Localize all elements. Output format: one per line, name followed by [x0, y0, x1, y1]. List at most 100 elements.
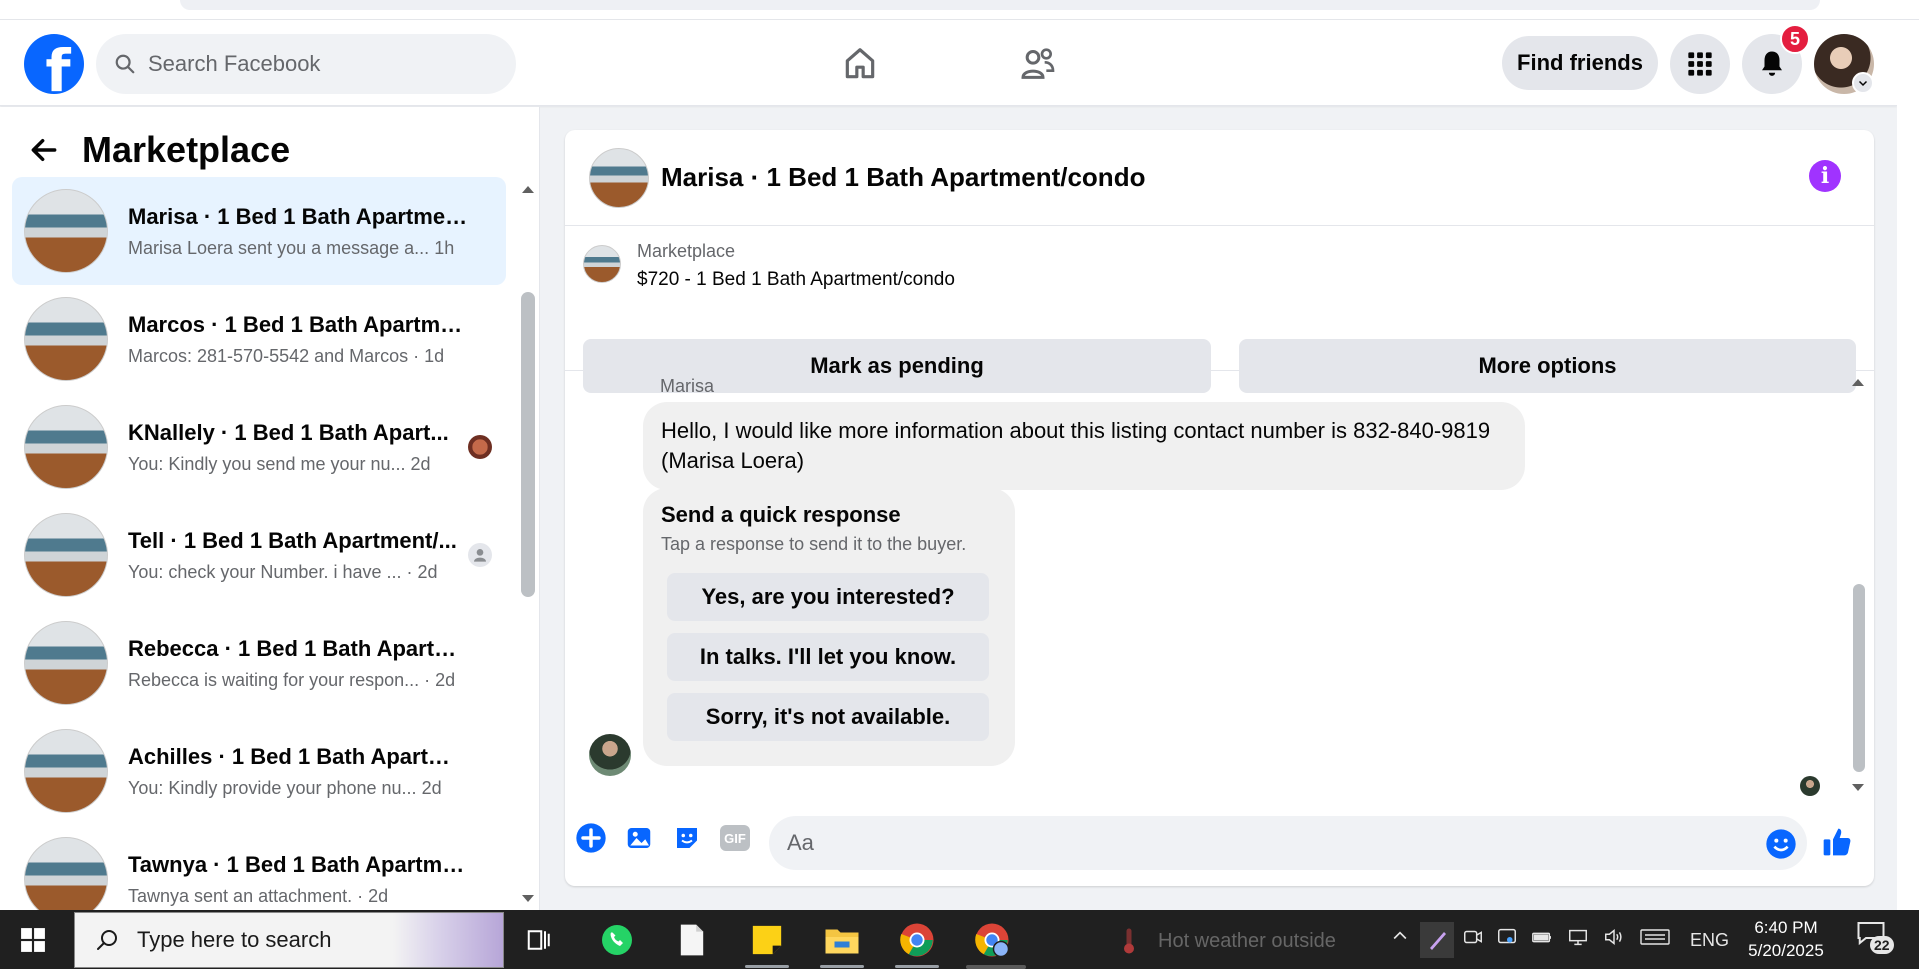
- listing-thumbnail: [24, 405, 108, 489]
- system-clock[interactable]: 6:40 PM 5/20/2025: [1736, 916, 1836, 962]
- thread-item[interactable]: Rebecca · 1 Bed 1 Bath Apartme... Rebecc…: [12, 609, 506, 717]
- task-view-icon[interactable]: [520, 920, 560, 960]
- back-arrow-icon[interactable]: [28, 134, 60, 166]
- thread-preview: You: Kindly provide your phone nu...: [128, 777, 417, 798]
- sidebar-scrollbar-thumb[interactable]: [521, 292, 535, 597]
- sticker-icon[interactable]: [671, 822, 703, 854]
- listing-thumbnail: [24, 513, 108, 597]
- listing-thumbnail[interactable]: [583, 245, 621, 283]
- thread-list: Marisa · 1 Bed 1 Bath Apartment... Maris…: [12, 177, 506, 910]
- search-input[interactable]: [148, 51, 478, 77]
- chrome-profile-icon[interactable]: [972, 920, 1012, 960]
- battery-icon[interactable]: [1530, 926, 1554, 953]
- marketplace-sidebar: Marketplace Marisa · 1 Bed 1 Bath Apartm…: [0, 107, 540, 910]
- quick-response-in-talks-button[interactable]: In talks. I'll let you know.: [667, 633, 989, 681]
- pen-icon[interactable]: [1420, 922, 1454, 958]
- bell-icon: [1762, 51, 1782, 76]
- quick-response-not-available-button[interactable]: Sorry, it's not available.: [667, 693, 989, 741]
- listing-thumbnail: [24, 189, 108, 273]
- listing-source-label: Marketplace: [637, 241, 736, 261]
- seen-avatar: [468, 435, 492, 459]
- facebook-logo[interactable]: f: [24, 34, 84, 94]
- active-app-indicator: [745, 965, 789, 968]
- message-bubble[interactable]: Hello, I would like more information abo…: [643, 402, 1525, 490]
- thread-item[interactable]: Tell · 1 Bed 1 Bath Apartment/... You: c…: [12, 501, 506, 609]
- scroll-down-arrow-icon[interactable]: [520, 893, 536, 905]
- taskbar-search-box[interactable]: Type here to search: [74, 912, 504, 968]
- action-center-badge: 22: [1870, 936, 1894, 954]
- thread-time: 2d: [435, 669, 456, 690]
- grid-icon: [1688, 52, 1712, 76]
- find-friends-button[interactable]: Find friends: [1502, 36, 1658, 90]
- weather-widget[interactable]: Hot weather outside: [1118, 926, 1336, 956]
- file-explorer-icon[interactable]: [822, 920, 862, 960]
- thread-name: Marcos · 1 Bed 1 Bath Apartmen...: [128, 311, 468, 337]
- menu-grid-button[interactable]: [1670, 34, 1730, 94]
- gif-icon[interactable]: GIF: [719, 822, 751, 854]
- thread-name: Marisa · 1 Bed 1 Bath Apartment...: [128, 203, 468, 229]
- search-decoration: [393, 913, 503, 967]
- chrome-icon[interactable]: [897, 920, 937, 960]
- thumbs-up-icon[interactable]: [1821, 826, 1853, 858]
- volume-icon[interactable]: [1602, 926, 1626, 953]
- plus-circle-icon[interactable]: [575, 822, 607, 854]
- home-icon[interactable]: [838, 42, 882, 86]
- search-icon: [115, 54, 135, 74]
- friends-icon[interactable]: [1016, 42, 1060, 86]
- thread-name: Tawnya · 1 Bed 1 Bath Apartmen...: [128, 851, 468, 877]
- windows-start-icon[interactable]: [20, 927, 46, 953]
- scroll-up-arrow-icon[interactable]: [520, 183, 536, 195]
- info-icon[interactable]: i: [1809, 160, 1841, 192]
- capture-icon[interactable]: [1496, 926, 1518, 953]
- thread-item[interactable]: Marisa · 1 Bed 1 Bath Apartment... Maris…: [12, 177, 506, 285]
- clock-date: 5/20/2025: [1748, 941, 1824, 960]
- thread-time: 1h: [434, 237, 455, 258]
- active-app-indicator: [895, 965, 939, 968]
- whatsapp-icon[interactable]: [597, 920, 637, 960]
- thread-time: 2d: [421, 777, 442, 798]
- browser-address-strip: [0, 0, 1919, 20]
- thread-name: Achilles · 1 Bed 1 Bath Apartmen...: [128, 743, 468, 769]
- active-app-indicator: [820, 965, 864, 968]
- thread-item[interactable]: Tawnya · 1 Bed 1 Bath Apartmen... Tawnya…: [12, 825, 506, 910]
- chat-title[interactable]: Marisa · 1 Bed 1 Bath Apartment/condo: [661, 162, 1145, 193]
- message-input[interactable]: [769, 816, 1807, 870]
- listing-thumbnail: [24, 729, 108, 813]
- thread-name: KNallely · 1 Bed 1 Bath Apart...: [128, 419, 449, 445]
- language-indicator[interactable]: ENG: [1690, 930, 1729, 951]
- listing-thumbnail: [24, 621, 108, 705]
- scroll-down-arrow-icon[interactable]: [1850, 782, 1866, 794]
- clock-time: 6:40 PM: [1754, 918, 1818, 937]
- chevron-down-icon[interactable]: [1852, 72, 1874, 94]
- chevron-up-icon[interactable]: [1390, 926, 1410, 951]
- search-box[interactable]: [96, 34, 516, 94]
- browser-address-bar[interactable]: [180, 0, 1820, 10]
- thread-preview: Tawnya sent an attachment.: [128, 885, 353, 906]
- network-icon[interactable]: [1566, 926, 1590, 953]
- thread-item[interactable]: Marcos · 1 Bed 1 Bath Apartmen... Marcos…: [12, 285, 506, 393]
- thread-time: 2d: [410, 453, 431, 474]
- weather-text: Hot weather outside: [1158, 929, 1336, 952]
- listing-thumbnail[interactable]: [589, 148, 649, 208]
- action-center-icon[interactable]: 22: [1856, 920, 1894, 956]
- thread-preview: You: check your Number. i have ...: [128, 561, 402, 582]
- emoji-icon[interactable]: [1765, 828, 1797, 860]
- quick-response-yes-button[interactable]: Yes, are you interested?: [667, 573, 989, 621]
- listing-price-title[interactable]: $720 - 1 Bed 1 Bath Apartment/condo: [637, 269, 955, 291]
- camera-icon[interactable]: [1462, 926, 1484, 953]
- file-icon[interactable]: [672, 920, 712, 960]
- search-icon: [97, 930, 117, 950]
- sticky-notes-icon[interactable]: [747, 920, 787, 960]
- keyboard-icon[interactable]: [1640, 926, 1670, 953]
- thread-time: 2d: [417, 561, 438, 582]
- thermometer-icon: [1124, 928, 1134, 954]
- thread-item[interactable]: Achilles · 1 Bed 1 Bath Apartmen... You:…: [12, 717, 506, 825]
- scroll-up-arrow-icon[interactable]: [1850, 376, 1866, 388]
- photo-icon[interactable]: [623, 822, 655, 854]
- sender-avatar[interactable]: [589, 734, 631, 776]
- taskbar-search-placeholder: Type here to search: [137, 927, 332, 952]
- message-scrollbar-thumb[interactable]: [1853, 584, 1865, 772]
- page-scrollbar[interactable]: [1897, 20, 1919, 910]
- thread-item[interactable]: KNallely · 1 Bed 1 Bath Apart... You: Ki…: [12, 393, 506, 501]
- thread-time: 2d: [368, 885, 389, 906]
